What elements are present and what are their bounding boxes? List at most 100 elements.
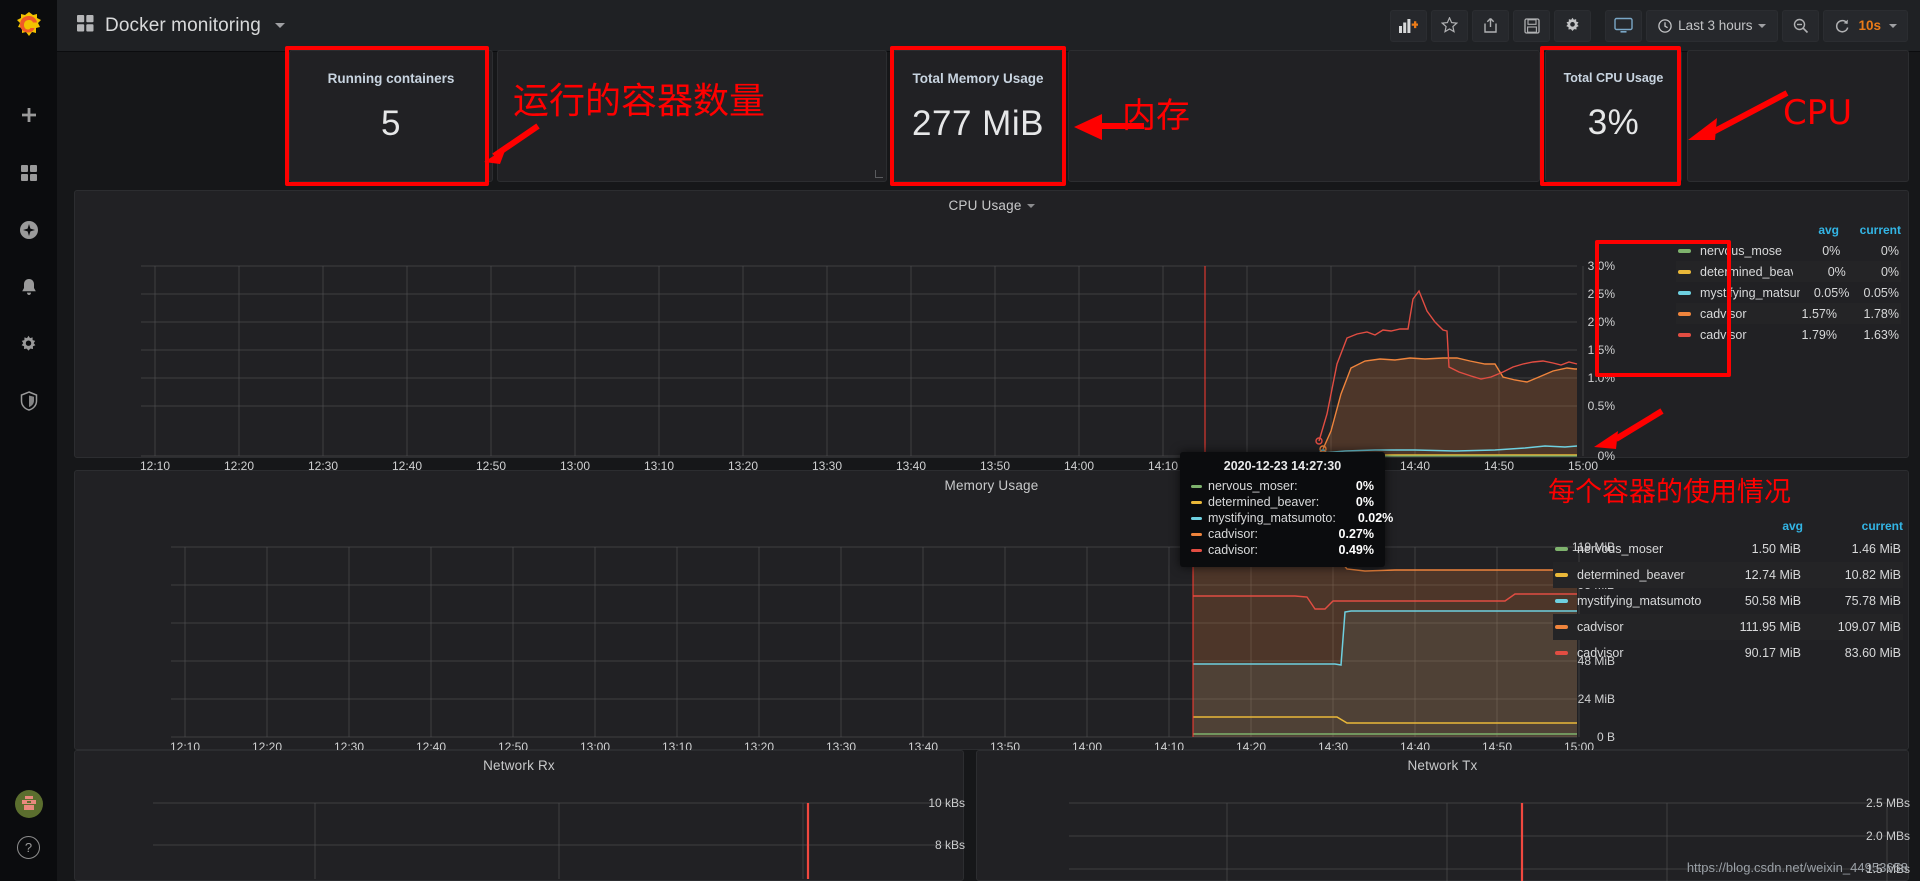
series-name: nervous_moser	[1700, 243, 1782, 258]
mark-favorite-button[interactable]	[1431, 9, 1469, 42]
series-color-swatch	[1678, 248, 1691, 253]
main-sidebar: ?	[0, 0, 57, 881]
series-current: 0%	[1880, 243, 1899, 258]
legend-item[interactable]: mystifying_matsumoto 0.05% 0.05%	[1676, 282, 1901, 303]
dashboard-settings-button[interactable]	[1554, 9, 1592, 42]
series-current: 0.05%	[1863, 285, 1899, 300]
panel-network-rx[interactable]: Network Rx 10 kBs 8 kBs 5 kBs	[74, 750, 965, 881]
netrx-graph[interactable]: 10 kBs 8 kBs 5 kBs	[75, 779, 965, 881]
chevron-down-icon[interactable]	[1026, 204, 1035, 209]
dashboard-title-group[interactable]: Docker monitoring	[57, 14, 285, 37]
resize-handle[interactable]	[875, 170, 883, 178]
share-dashboard-button[interactable]	[1472, 9, 1510, 42]
bell-icon	[21, 278, 36, 295]
series-name: determined_beaver	[1700, 264, 1793, 279]
annotation-arrow-per-container	[1594, 408, 1664, 449]
legend-header-current: current	[1861, 519, 1903, 533]
legend-item[interactable]: determined_beaver 0% 0%	[1676, 261, 1901, 282]
panel-running-containers[interactable]: Running containers 5	[289, 50, 493, 182]
panel-title[interactable]: CPU Usage	[75, 191, 1908, 213]
clock-icon	[1658, 18, 1672, 33]
sidebar-item-dashboards[interactable]	[0, 151, 57, 195]
watermark-url: https://blog.csdn.net/weixin_44953658	[1686, 860, 1908, 875]
legend-item[interactable]: nervous_moser 0% 0%	[1676, 240, 1901, 261]
sidebar-item-alerting[interactable]	[0, 265, 57, 309]
stat-label: Running containers	[327, 71, 455, 86]
series-color-swatch	[1191, 532, 1202, 536]
legend-header-row: avg current	[1676, 223, 1901, 240]
sidebar-item-explore[interactable]	[0, 208, 57, 252]
series-avg: 1.79%	[1801, 327, 1837, 342]
panel-title[interactable]: Network Tx	[977, 751, 1908, 773]
series-color-swatch	[1191, 484, 1202, 488]
annotation-arrow-cpu	[1688, 90, 1789, 140]
series-current: 1.63%	[1863, 327, 1899, 342]
monitor-icon	[1614, 17, 1633, 33]
series-avg: 1.50 MiB	[1751, 542, 1801, 556]
grid-icon	[20, 165, 37, 181]
stat-value: 5	[381, 104, 401, 143]
refresh-control[interactable]: 10s	[1823, 9, 1908, 42]
series-name: nervous_moser	[1577, 542, 1664, 556]
series-avg: 0.05%	[1813, 285, 1850, 300]
share-icon	[1484, 18, 1497, 33]
time-range-picker[interactable]: Last 3 hours	[1646, 9, 1779, 42]
annotation-arrow-memory	[1074, 114, 1144, 140]
panel-total-cpu-usage[interactable]: Total CPU Usage 3%	[1545, 50, 1682, 182]
series-value: 0%	[1355, 479, 1374, 493]
legend-item[interactable]: nervous_moser 1.50 MiB 1.46 MiB	[1553, 536, 1903, 562]
series-name: cadvisor	[1700, 327, 1747, 342]
legend-item[interactable]: determined_beaver 12.74 MiB 10.82 MiB	[1553, 562, 1903, 588]
cycle-view-mode-button[interactable]	[1605, 9, 1643, 42]
legend-header-row: avg current	[1553, 519, 1903, 536]
panel-memory-usage[interactable]: Memory Usage 119 MiB 95 MiB 72 MiB 48 Mi…	[74, 470, 1909, 754]
zoom-out-time-button[interactable]	[1782, 9, 1820, 42]
legend-item[interactable]: cadvisor 1.57% 1.78%	[1676, 303, 1901, 324]
series-name: determined_beaver	[1577, 568, 1685, 582]
stat-value: 277 MiB	[912, 104, 1044, 143]
legend-item[interactable]: cadvisor 111.95 MiB 109.07 MiB	[1553, 614, 1903, 640]
sidebar-item-configuration[interactable]	[0, 322, 57, 366]
cpu-graph[interactable]: 3.0% 2.5% 2.0% 1.5% 1.0% 0.5% 0% 12:10 1…	[75, 219, 1615, 473]
legend-item[interactable]: cadvisor 90.17 MiB 83.60 MiB	[1553, 640, 1903, 666]
add-panel-icon	[1399, 18, 1419, 33]
cpu-plot	[141, 265, 1584, 457]
series-value: 0.27%	[1338, 527, 1374, 541]
series-color-swatch	[1191, 500, 1202, 504]
stat-value: 3%	[1587, 103, 1640, 142]
avatar[interactable]	[14, 790, 43, 818]
series-color-swatch	[1191, 516, 1202, 520]
grafana-logo-icon[interactable]	[0, 0, 57, 52]
refresh-icon	[1836, 19, 1849, 33]
tooltip-row: determined_beaver: 0%	[1191, 494, 1374, 510]
series-avg: 0%	[1822, 243, 1841, 258]
help-icon[interactable]: ?	[17, 836, 40, 859]
series-color-swatch	[1678, 311, 1691, 316]
legend-item[interactable]: cadvisor 1.79% 1.63%	[1676, 324, 1901, 345]
annotation-text-cpu: CPU	[1783, 93, 1853, 133]
series-color-swatch	[1678, 269, 1691, 274]
series-color-swatch	[1555, 599, 1568, 603]
stat-label: Total CPU Usage	[1563, 71, 1664, 85]
add-panel-button[interactable]	[1390, 9, 1428, 42]
series-avg: 111.95 MiB	[1739, 620, 1801, 634]
legend-header-current: current	[1859, 223, 1901, 237]
panel-title-text: CPU Usage	[948, 198, 1022, 213]
series-avg: 50.58 MiB	[1744, 594, 1802, 608]
series-current: 109.07 MiB	[1837, 620, 1901, 634]
compass-icon	[19, 221, 38, 239]
legend-item[interactable]: mystifying_matsumoto 50.58 MiB 75.78 MiB	[1553, 588, 1903, 614]
annotation-text-per-container: 每个容器的使用情况	[1548, 477, 1791, 508]
tooltip-row: cadvisor: 0.27%	[1191, 526, 1374, 542]
sidebar-item-server-admin[interactable]	[0, 379, 57, 423]
chevron-down-icon[interactable]	[274, 23, 285, 28]
save-dashboard-button[interactable]	[1513, 9, 1551, 42]
sidebar-item-create[interactable]	[0, 94, 57, 138]
dashboard-grid-icon	[77, 14, 94, 37]
time-range-label: Last 3 hours	[1678, 18, 1753, 33]
refresh-interval-label: 10s	[1858, 18, 1881, 33]
panel-title[interactable]: Network Rx	[75, 751, 963, 773]
stat-label: Total Memory Usage	[912, 71, 1044, 86]
panel-total-memory-usage[interactable]: Total Memory Usage 277 MiB	[893, 50, 1063, 182]
series-color-swatch	[1191, 548, 1202, 552]
